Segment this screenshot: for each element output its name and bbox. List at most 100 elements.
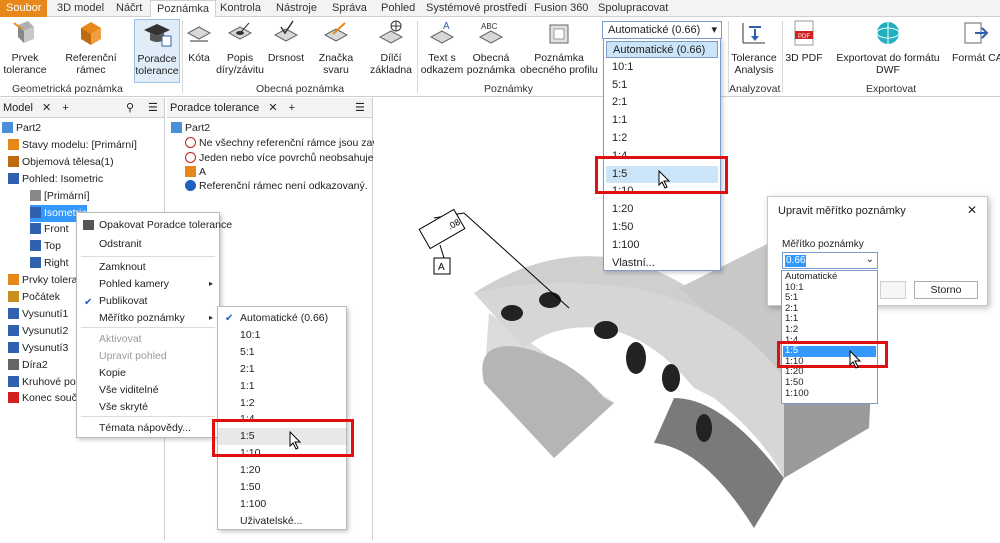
model-tree-row[interactable]: Front bbox=[30, 221, 69, 238]
model-tab-label[interactable]: Model bbox=[3, 102, 33, 114]
advisor-tab-label[interactable]: Poradce tolerance bbox=[170, 102, 259, 114]
scale-submenu-item[interactable]: 1:20 bbox=[218, 462, 346, 479]
tolerance-analysis-label: Tolerance Analysis bbox=[731, 52, 777, 76]
scale-list-item[interactable]: 1:2 bbox=[783, 324, 876, 335]
tab-spolupracovat[interactable]: Spolupracovat bbox=[592, 0, 674, 17]
model-tree-row[interactable]: Right bbox=[30, 255, 69, 272]
context-menu-item[interactable]: Témata nápovědy... bbox=[77, 420, 219, 437]
text-s-odkazem-button[interactable]: A Text s odkazem bbox=[420, 19, 464, 76]
context-menu-item[interactable]: Pohled kamery bbox=[77, 276, 219, 293]
scale-dropdown-item[interactable]: 1:2 bbox=[606, 130, 718, 147]
model-tree-row[interactable]: Konec souč bbox=[8, 390, 77, 407]
model-tree-row[interactable]: Top bbox=[30, 238, 61, 255]
scale-submenu-item[interactable]: 1:100 bbox=[218, 496, 346, 513]
add-icon[interactable]: + bbox=[62, 102, 68, 114]
scale-submenu-item[interactable]: 2:1 bbox=[218, 361, 346, 378]
context-menu-item[interactable]: Vše skryté bbox=[77, 399, 219, 416]
scale-dropdown-item[interactable]: 1:50 bbox=[606, 219, 718, 236]
scale-dropdown-item[interactable]: 5:1 bbox=[606, 77, 718, 94]
context-menu-item[interactable]: Zamknout bbox=[77, 259, 219, 276]
model-tree-row[interactable]: Počátek bbox=[8, 289, 60, 306]
scale-list-item[interactable]: Automatické bbox=[783, 271, 876, 282]
model-tree-row-label: Right bbox=[44, 257, 69, 270]
tree-node-icon bbox=[8, 138, 19, 150]
model-tree-row[interactable]: [Primární] bbox=[30, 188, 90, 205]
model-tree-row[interactable]: Prvky tolera bbox=[8, 272, 77, 289]
scale-dropdown-item[interactable]: 10:1 bbox=[606, 59, 718, 76]
search-icon[interactable]: ⚲ bbox=[126, 98, 134, 118]
tab-soubor[interactable]: Soubor bbox=[0, 0, 48, 17]
scale-submenu-item[interactable]: 1:1 bbox=[218, 378, 346, 395]
scale-combobox[interactable]: 0.66 ⌄ bbox=[782, 252, 878, 269]
scale-list-item[interactable]: 1:50 bbox=[783, 377, 876, 388]
scale-dropdown-item[interactable]: 2:1 bbox=[606, 94, 718, 111]
referencni-ramec-button[interactable]: Referenční rámec bbox=[50, 19, 132, 76]
ok-button[interactable] bbox=[880, 281, 906, 299]
tab-systemove-prostredi[interactable]: Systémové prostředí bbox=[420, 0, 533, 17]
popis-diry-button[interactable]: Popis díry/závitu bbox=[216, 19, 264, 76]
close-icon[interactable]: ✕ bbox=[42, 102, 51, 114]
scale-dropdown-item[interactable]: Automatické (0.66) bbox=[606, 41, 718, 58]
model-tree-row[interactable]: Part2 bbox=[2, 120, 41, 137]
tolerance-analysis-button[interactable]: Tolerance Analysis bbox=[730, 19, 778, 76]
tab-3d-model[interactable]: 3D model bbox=[51, 0, 110, 17]
poznamka-obecneho-profilu-button[interactable]: Poznámka obecného profilu bbox=[518, 19, 600, 76]
scale-submenu-item[interactable]: Uživatelské... bbox=[218, 513, 346, 530]
context-menu-item[interactable]: Vše viditelné bbox=[77, 382, 219, 399]
3d-pdf-button[interactable]: PDF 3D PDF bbox=[785, 19, 823, 64]
model-tree-row[interactable]: Vysunutí2 bbox=[8, 323, 68, 340]
scale-submenu-item[interactable]: 5:1 bbox=[218, 344, 346, 361]
add-icon[interactable]: + bbox=[289, 102, 295, 114]
model-tree-row[interactable]: Pohled: Isometric bbox=[8, 171, 103, 188]
dilci-zakladna-button[interactable]: Dílčí základna bbox=[368, 19, 414, 76]
advisor-row-info[interactable]: Referenční rámec není odkazovaný. bbox=[185, 178, 368, 195]
close-icon[interactable]: ✕ bbox=[268, 102, 277, 114]
tab-kontrola[interactable]: Kontrola bbox=[214, 0, 267, 17]
menu-icon[interactable]: ☰ bbox=[355, 98, 365, 118]
prvek-tolerance-button[interactable]: Prvek tolerance bbox=[2, 19, 48, 76]
model-tree-row[interactable]: Objemová tělesa(1) bbox=[8, 154, 114, 171]
poradce-tolerance-button[interactable]: Poradce tolerance bbox=[134, 19, 180, 83]
context-menu-item[interactable]: Opakovat Poradce tolerance bbox=[77, 217, 232, 234]
scale-submenu-item[interactable]: 10:1 bbox=[218, 327, 346, 344]
tab-poznamka[interactable]: Poznámka bbox=[150, 0, 216, 18]
scale-submenu-item[interactable]: 1:50 bbox=[218, 479, 346, 496]
drsnost-button[interactable]: Drsnost bbox=[266, 19, 306, 64]
menu-icon[interactable]: ☰ bbox=[148, 98, 158, 118]
model-tree-row[interactable]: Vysunutí3 bbox=[8, 340, 68, 357]
kota-button[interactable]: Kóta bbox=[184, 19, 214, 64]
context-menu-item[interactable]: Odstranit bbox=[77, 236, 219, 253]
scale-list-item[interactable]: 1:100 bbox=[783, 388, 876, 399]
model-tree-row[interactable]: Kruhové po bbox=[8, 374, 76, 391]
obecna-poznamka-button[interactable]: ABC Obecná poznámka bbox=[466, 19, 516, 76]
scale-dropdown-item[interactable]: 1:1 bbox=[606, 112, 718, 129]
scale-submenu-item[interactable]: 1:2 bbox=[218, 395, 346, 412]
tab-sprava[interactable]: Správa bbox=[326, 0, 373, 17]
model-tree-row[interactable]: Díra2 bbox=[8, 357, 48, 374]
model-tree-row[interactable]: Stavy modelu: [Primární] bbox=[8, 137, 137, 154]
export-dwf-button[interactable]: Exportovat do formátu DWF bbox=[824, 19, 952, 76]
format-ca-button[interactable]: Formát CA bbox=[952, 19, 1000, 64]
context-menu-item[interactable]: Publikovat bbox=[77, 293, 219, 310]
context-menu-item[interactable]: Měřítko poznámky bbox=[77, 310, 219, 327]
close-icon[interactable]: ✕ bbox=[967, 203, 977, 217]
tab-nacrt[interactable]: Náčrt bbox=[110, 0, 148, 17]
tab-pohled[interactable]: Pohled bbox=[375, 0, 421, 17]
advisor-panel-header: Poradce tolerance ✕ + ☰ bbox=[167, 98, 372, 118]
popis-diry-label: Popis díry/závitu bbox=[216, 52, 264, 76]
ribbon-separator bbox=[182, 21, 183, 93]
scale-submenu-item[interactable]: Automatické (0.66) bbox=[218, 310, 346, 327]
model-tree-row[interactable]: Vysunutí1 bbox=[8, 306, 68, 323]
annotation-scale-combobox[interactable]: Automatické (0.66) ▾ bbox=[602, 21, 722, 39]
scale-dropdown-item[interactable]: 1:20 bbox=[606, 201, 718, 218]
tab-nastroje[interactable]: Nástroje bbox=[270, 0, 323, 17]
cancel-button[interactable]: Storno bbox=[914, 281, 978, 299]
text-s-odkazem-label: Text s odkazem bbox=[420, 52, 464, 76]
scale-dropdown-item[interactable]: Vlastní... bbox=[606, 255, 718, 272]
znacka-svaru-button[interactable]: Značka svaru bbox=[306, 19, 366, 76]
advisor-row-warning-2[interactable]: Jeden nebo více povrchů neobsahuje vaz bbox=[185, 150, 393, 167]
context-menu-item[interactable]: Kopie bbox=[77, 365, 219, 382]
tab-fusion-360[interactable]: Fusion 360 bbox=[528, 0, 594, 17]
obecna-poznamka-label: Obecná poznámka bbox=[466, 52, 516, 76]
scale-dropdown-item[interactable]: 1:100 bbox=[606, 237, 718, 254]
